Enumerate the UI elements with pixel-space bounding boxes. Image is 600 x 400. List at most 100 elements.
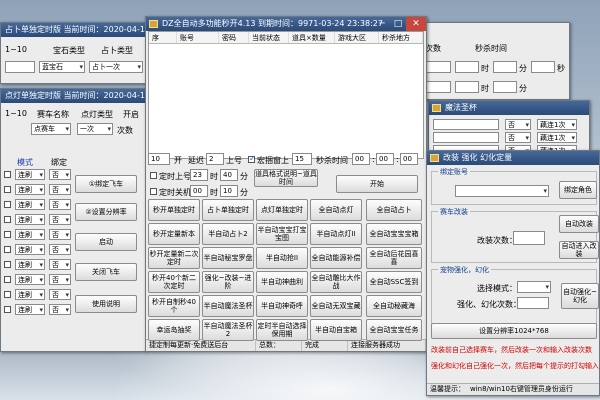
row-checkbox[interactable] [4, 171, 11, 178]
lucky-island-draw-button[interactable]: 幸运岛抽奖 [148, 319, 200, 341]
row-checkbox[interactable] [4, 291, 11, 298]
semi-secret-compass-button[interactable]: 半自动秘宝罗盘 [202, 247, 254, 269]
gem-type-select[interactable]: 蓝宝石 [39, 61, 85, 73]
seckill-second-input[interactable]: 00 [400, 153, 418, 165]
row-bind-select[interactable]: 否 [49, 244, 71, 255]
dock-checkbox[interactable] [248, 154, 256, 163]
account-select[interactable] [455, 185, 549, 197]
row-checkbox[interactable] [4, 216, 11, 223]
row-bind-select[interactable]: 否 [49, 199, 71, 210]
instructions-button[interactable]: 使用说明 [75, 295, 137, 313]
row-mode-select[interactable]: 连刷 [15, 244, 45, 255]
auto-unrivaled-treasure-button[interactable]: 全自动无双宝藏 [310, 295, 362, 317]
semi-divine-song-button[interactable]: 半自动神曲利 [256, 271, 308, 293]
start-main-button[interactable]: 开始 [336, 175, 418, 193]
row-mode-select[interactable]: 连刷 [15, 304, 45, 315]
auto-garden-button[interactable]: 全自动后花园喜喜 [366, 247, 422, 269]
resolution-button[interactable]: 设置分辨率1024*768 [431, 323, 597, 339]
bind-car-button[interactable]: ①绑定飞车 [75, 175, 137, 193]
auto-secret-sea-button[interactable]: 全自动秘藏海 [366, 295, 422, 317]
login-minute-input[interactable]: 40 [220, 169, 238, 181]
auto-baby-chest-button[interactable]: 全自动宝宝宝箱 [366, 223, 422, 245]
lantern-single-timer-button[interactable]: 点灯单独定时 [256, 199, 308, 221]
semi-grab-2-button[interactable]: 半自动抢II [256, 247, 308, 269]
row-bind-select[interactable]: 否 [49, 274, 71, 285]
row-mode-select[interactable]: 连刷 [15, 199, 45, 210]
count-input[interactable]: 10 [148, 153, 170, 165]
divination-type-select[interactable]: 占卜一次 [89, 61, 143, 73]
row-bind-select[interactable]: 否 [49, 304, 71, 315]
grail-account-field[interactable] [433, 132, 499, 143]
login-hour-input[interactable]: 23 [190, 169, 208, 181]
auto-enter-modify-button[interactable]: 自动进入改装 [559, 241, 599, 259]
semi-lantern-2-button[interactable]: 半自动点灯II [310, 223, 362, 245]
row-bind-select[interactable]: 否 [49, 169, 71, 180]
semi-magic-call-button[interactable]: 半自动神奇呼 [256, 295, 308, 317]
auto-energy-comp-button[interactable]: 全自动能源补偿 [310, 247, 362, 269]
enhance-count-input[interactable] [517, 297, 549, 309]
divination-empty-field[interactable] [5, 61, 35, 73]
row-bind-select[interactable]: 否 [49, 229, 71, 240]
seckill-self-40-button[interactable]: 秒开自制秒40个 [148, 295, 200, 317]
row-checkbox[interactable] [4, 186, 11, 193]
minimize-icon[interactable]: ─ [374, 17, 390, 31]
semi-baby-map-button[interactable]: 半自动宝宝打宝宝图 [256, 223, 308, 245]
modify-count-input[interactable] [513, 231, 545, 245]
row-mode-select[interactable]: 连刷 [15, 214, 45, 225]
hour-field-2[interactable] [455, 81, 479, 93]
row-mode-select[interactable]: 连刷 [15, 274, 45, 285]
second-field-1[interactable] [531, 61, 555, 73]
semi-self-chest-button[interactable]: 半自动自宝箱 [310, 319, 362, 341]
row-mode-select[interactable]: 连刷 [15, 169, 45, 180]
auto-lantern-button[interactable]: 全自动点灯 [310, 199, 362, 221]
semi-magic-grail-2-button[interactable]: 半自动魔法圣杯2 [202, 319, 254, 341]
timed-semi-warranty-button[interactable]: 定时半自动选择保用期 [256, 319, 308, 341]
row-checkbox[interactable] [4, 276, 11, 283]
timed-login-checkbox[interactable] [150, 172, 157, 179]
auto-baby-task-button[interactable]: 全自动宝宝任务 [366, 319, 422, 341]
row-bind-select[interactable]: 否 [49, 214, 71, 225]
close-icon[interactable]: ✕ [406, 17, 426, 31]
item-format-help-button[interactable]: 道具格式说明~道具时间 [254, 169, 318, 187]
auto-enhance-button[interactable]: 自动强化~幻化 [561, 283, 599, 309]
row-checkbox[interactable] [4, 306, 11, 313]
minute-field-2[interactable] [493, 81, 517, 93]
hour-field-1[interactable] [455, 61, 479, 73]
timed-shutdown-checkbox[interactable] [150, 188, 157, 195]
row-bind-select[interactable]: 否 [49, 259, 71, 270]
row-checkbox[interactable] [4, 246, 11, 253]
bind-role-button[interactable]: 绑定角色 [559, 181, 597, 199]
row-mode-select[interactable]: 连刷 [15, 229, 45, 240]
auto-divination-button[interactable]: 全自动占卜 [366, 199, 422, 221]
row-bind-select[interactable]: 否 [49, 289, 71, 300]
row-checkbox[interactable] [4, 231, 11, 238]
semi-magic-grail-button[interactable]: 半自动魔法圣杯 [202, 295, 254, 317]
row-bind-select[interactable]: 否 [49, 184, 71, 195]
minute-field-1[interactable] [493, 61, 517, 73]
enhance-modify-advance-button[interactable]: 强化~改装~进阶 [202, 271, 254, 293]
lantern-type-select[interactable]: 一次 [77, 123, 113, 135]
set-resolution-button[interactable]: ②设置分辨率 [75, 203, 137, 221]
grail-mode-select[interactable]: 藕连1次 [537, 119, 577, 130]
seckill-hour-input[interactable]: 00 [352, 153, 370, 165]
row-mode-select[interactable]: 连刷 [15, 184, 45, 195]
row-mode-select[interactable]: 连刷 [15, 289, 45, 300]
start-button[interactable]: 启动 [75, 233, 137, 251]
seckill-single-timer-button[interactable]: 秒开单独定时 [148, 199, 200, 221]
grail-bind-select[interactable]: 否 [505, 119, 531, 130]
shutdown-minute-input[interactable]: 10 [220, 185, 238, 197]
dock-input[interactable]: 15 [292, 153, 312, 165]
car-name-select[interactable]: 点赛车 [31, 123, 71, 135]
grail-account-field[interactable] [433, 119, 499, 130]
count-field-2[interactable] [425, 81, 451, 93]
auto-carving-battle-button[interactable]: 全自动雕比大作战 [310, 271, 362, 293]
semi-divination-2-button[interactable]: 半自动占卜2 [202, 223, 254, 245]
maximize-icon[interactable]: □ [390, 17, 406, 31]
count-field-1[interactable] [425, 61, 451, 73]
divination-single-timer-button[interactable]: 占卜单独定时 [202, 199, 254, 221]
close-car-button[interactable]: 关闭飞车 [75, 263, 137, 281]
enhance-mode-select[interactable] [517, 281, 551, 293]
account-table[interactable]: 序 账号 密码 当前状态 道具×数量 游戏大区 秒杀地方 [148, 31, 424, 159]
row-checkbox[interactable] [4, 261, 11, 268]
seckill-40-new-2-button[interactable]: 秒开40个新二次定时 [148, 271, 200, 293]
